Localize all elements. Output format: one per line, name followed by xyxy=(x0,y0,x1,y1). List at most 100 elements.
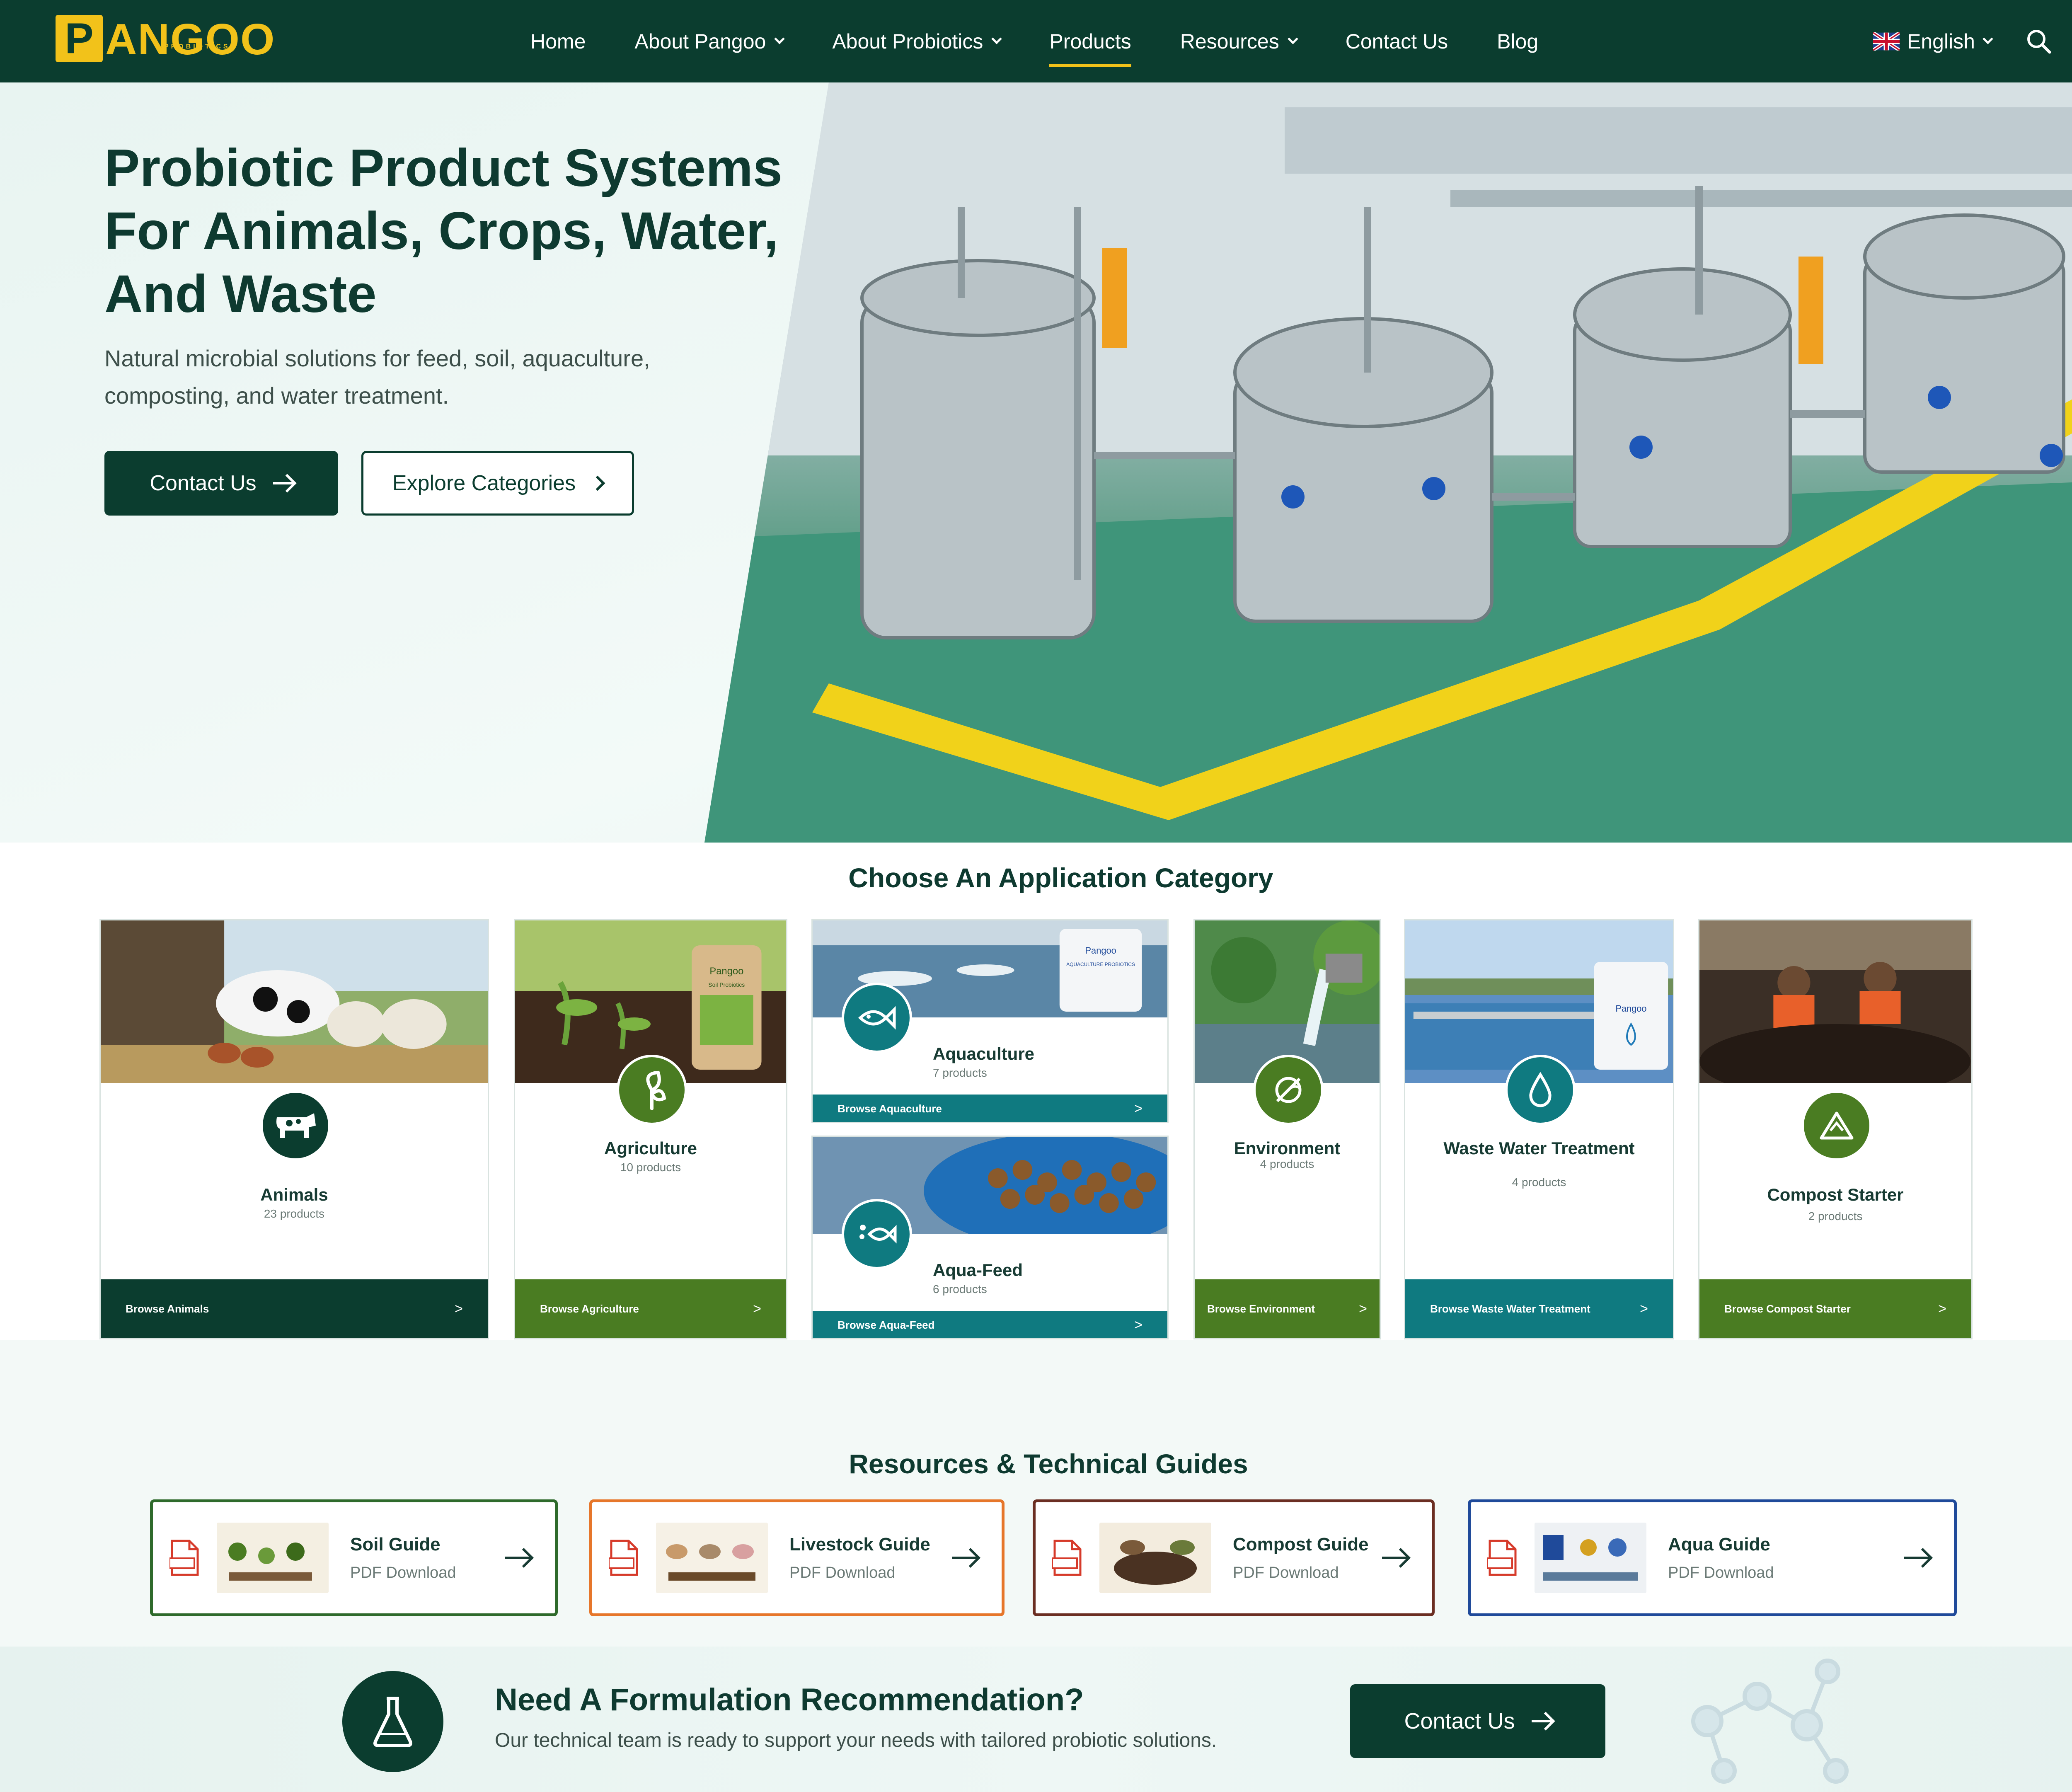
nav-blog[interactable]: Blog xyxy=(1497,29,1538,53)
category-name: Environment xyxy=(1234,1138,1341,1158)
resource-card-compost-guide[interactable]: Compost Guide PDF Download xyxy=(1033,1499,1435,1616)
svg-text:Pangoo: Pangoo xyxy=(1615,1003,1646,1014)
category-card-environment[interactable]: Environment 4 products Browse Environmen… xyxy=(1193,919,1381,1339)
browse-agriculture-link[interactable]: Browse Agriculture > xyxy=(515,1279,786,1338)
language-selector[interactable]: English xyxy=(1873,25,1993,58)
search-icon[interactable] xyxy=(2026,28,2052,55)
sprout-icon xyxy=(617,1055,687,1125)
arrow-right-icon xyxy=(505,1557,530,1559)
nav-contact-us[interactable]: Contact Us xyxy=(1346,29,1448,53)
arrow-right-icon xyxy=(1531,1720,1552,1722)
category-count: 6 products xyxy=(933,1283,987,1296)
resource-name: Aqua Guide xyxy=(1668,1534,1770,1555)
pdf-icon xyxy=(1052,1540,1082,1576)
category-name: Waste Water Treatment xyxy=(1443,1138,1635,1158)
cta-subtitle: Our technical team is ready to support y… xyxy=(495,1729,1217,1751)
cow-icon xyxy=(260,1090,331,1161)
category-name: Aqua-Feed xyxy=(933,1260,1023,1280)
explore-categories-button[interactable]: Explore Categories xyxy=(361,451,634,516)
cta-contact-button[interactable]: Contact Us xyxy=(1350,1684,1605,1758)
compost-pile-icon xyxy=(1801,1090,1872,1161)
nav-home[interactable]: Home xyxy=(530,29,586,53)
category-card-waste-water[interactable]: Pangoo Waste Water Treatment 4 products … xyxy=(1404,919,1674,1339)
resource-name: Livestock Guide xyxy=(789,1534,930,1555)
hero-title: Probiotic Product Systems For Animals, C… xyxy=(104,138,782,324)
logo-initial: P xyxy=(56,15,103,63)
resource-card-aqua-guide[interactable]: Aqua Guide PDF Download xyxy=(1468,1499,1957,1616)
nav-about-probiotics[interactable]: About Probiotics xyxy=(832,29,1002,53)
nav-products[interactable]: Products xyxy=(1049,29,1132,67)
hero-contact-button[interactable]: Contact Us xyxy=(104,451,338,516)
category-card-aquaculture[interactable]: Pangoo AQUACULTURE PROBIOTICS Aquacultur… xyxy=(811,919,1169,1123)
category-name: Compost Starter xyxy=(1767,1185,1904,1204)
compost-image xyxy=(1699,920,1971,1083)
chevron-down-icon xyxy=(991,34,1002,44)
browse-compost-link[interactable]: Browse Compost Starter > xyxy=(1699,1279,1971,1338)
resource-subtitle: PDF Download xyxy=(1668,1564,1774,1581)
logo-tagline: PROBIOTICS xyxy=(164,43,230,50)
pdf-icon xyxy=(169,1540,199,1576)
pdf-icon xyxy=(1487,1540,1517,1576)
arrow-right-icon xyxy=(1382,1557,1407,1559)
logo-wordmark: ANGOO xyxy=(105,15,276,64)
molecule-decoration xyxy=(1691,1659,1849,1784)
category-count: 23 products xyxy=(264,1207,325,1220)
browse-aquaculture-link[interactable]: Browse Aquaculture > xyxy=(813,1095,1167,1122)
nav-resources[interactable]: Resources xyxy=(1180,29,1298,53)
hero-subtitle: Natural microbial solutions for feed, so… xyxy=(104,345,650,409)
soil-guide-thumbnail xyxy=(217,1523,329,1593)
svg-text:Soil Probiotics: Soil Probiotics xyxy=(708,981,745,988)
language-label: English xyxy=(1907,30,1975,53)
arrow-right-icon xyxy=(273,482,293,484)
resource-card-soil-guide[interactable]: Soil Guide PDF Download xyxy=(150,1499,558,1616)
browse-aqua-feed-link[interactable]: Browse Aqua-Feed > xyxy=(813,1311,1167,1338)
browse-environment-link[interactable]: Browse Environment > xyxy=(1195,1279,1380,1338)
svg-text:Pangoo: Pangoo xyxy=(1085,945,1116,956)
resource-name: Compost Guide xyxy=(1233,1534,1369,1555)
category-name: Animals xyxy=(260,1185,328,1204)
chevron-down-icon xyxy=(1982,34,1993,44)
browse-waste-water-link[interactable]: Browse Waste Water Treatment > xyxy=(1405,1279,1673,1338)
category-count: 4 products xyxy=(1260,1158,1314,1170)
category-name: Aquaculture xyxy=(933,1044,1035,1063)
resource-subtitle: PDF Download xyxy=(1233,1564,1339,1581)
pangoo-logo[interactable]: P ANGOO xyxy=(56,12,276,64)
category-count: 7 products xyxy=(933,1066,987,1079)
chevron-right-icon xyxy=(590,475,605,491)
arrow-right-icon xyxy=(1904,1557,1929,1559)
resource-subtitle: PDF Download xyxy=(789,1564,896,1581)
browse-animals-link[interactable]: Browse Animals > xyxy=(101,1279,488,1338)
uk-flag-icon xyxy=(1873,32,1900,51)
fish-feed-icon xyxy=(842,1199,912,1269)
chevron-down-icon xyxy=(1288,34,1298,44)
resources-section-title: Resources & Technical Guides xyxy=(849,1448,1248,1479)
leaf-cycle-icon xyxy=(1253,1055,1324,1125)
resource-card-livestock-guide[interactable]: Livestock Guide PDF Download xyxy=(589,1499,1005,1616)
cta-section xyxy=(0,1647,2072,1792)
category-section-title: Choose An Application Category xyxy=(848,862,1273,893)
category-card-compost[interactable]: Compost Starter 2 products Browse Compos… xyxy=(1698,919,1973,1339)
fermentation-tank-illustration xyxy=(704,82,2072,843)
category-card-aqua-feed[interactable]: Aqua-Feed 6 products Browse Aqua-Feed > xyxy=(811,1136,1169,1339)
arrow-right-icon xyxy=(952,1557,977,1559)
category-name: Agriculture xyxy=(604,1138,697,1158)
flask-icon xyxy=(342,1671,443,1772)
pdf-icon xyxy=(609,1540,638,1576)
category-count: 10 products xyxy=(620,1161,681,1174)
aqua-guide-thumbnail xyxy=(1535,1523,1646,1593)
cta-title: Need A Formulation Recommendation? xyxy=(495,1682,1084,1717)
livestock-guide-thumbnail xyxy=(656,1523,768,1593)
resource-name: Soil Guide xyxy=(350,1534,441,1555)
hero-factory-image xyxy=(704,82,2072,843)
category-card-animals[interactable]: Animals 23 products Browse Animals > xyxy=(99,919,489,1339)
animals-image xyxy=(101,920,488,1083)
water-drop-icon xyxy=(1505,1055,1576,1125)
svg-text:Pangoo: Pangoo xyxy=(709,966,743,977)
chevron-down-icon xyxy=(774,34,785,44)
main-nav: Home About Pangoo About Probiotics Produ… xyxy=(530,25,1587,67)
category-card-agriculture[interactable]: Pangoo Soil Probiotics Agriculture 10 pr… xyxy=(514,919,787,1339)
category-count: 4 products xyxy=(1512,1176,1566,1189)
resource-subtitle: PDF Download xyxy=(350,1564,456,1581)
nav-about-pangoo[interactable]: About Pangoo xyxy=(634,29,785,53)
svg-text:AQUACULTURE PROBIOTICS: AQUACULTURE PROBIOTICS xyxy=(1066,961,1135,967)
